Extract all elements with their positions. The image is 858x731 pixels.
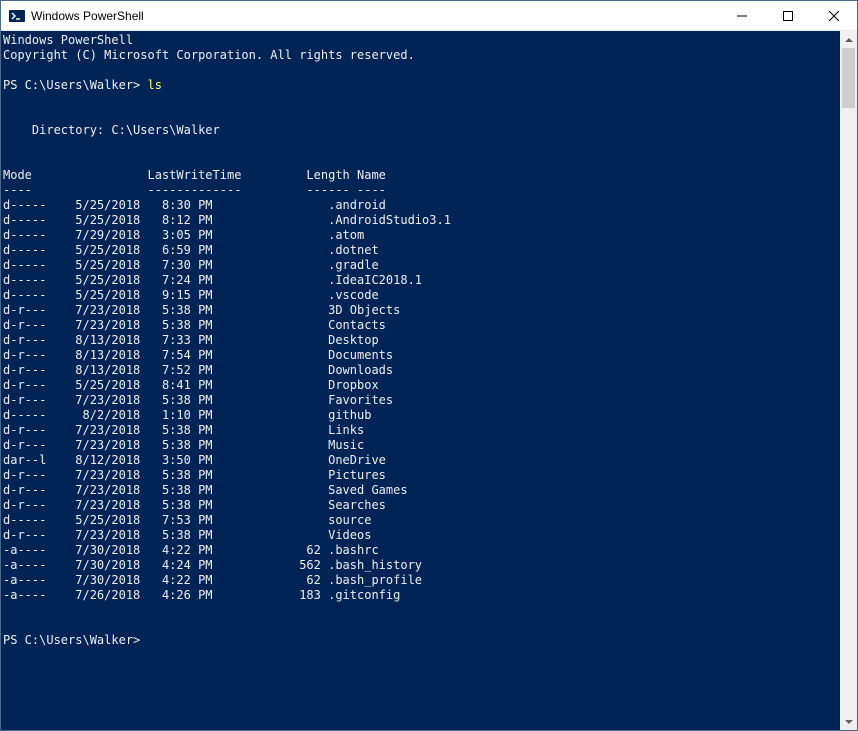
minimize-button[interactable] <box>719 1 765 30</box>
scroll-down-button[interactable] <box>840 713 857 730</box>
maximize-button[interactable] <box>765 1 811 30</box>
scroll-up-button[interactable] <box>840 31 857 48</box>
scroll-thumb[interactable] <box>842 48 855 108</box>
window-controls <box>719 1 857 30</box>
close-button[interactable] <box>811 1 857 30</box>
terminal-output[interactable]: Windows PowerShell Copyright (C) Microso… <box>1 31 840 730</box>
titlebar[interactable]: Windows PowerShell <box>1 1 857 31</box>
window-title: Windows PowerShell <box>31 9 719 23</box>
terminal-area: Windows PowerShell Copyright (C) Microso… <box>1 31 857 730</box>
powershell-window: Windows PowerShell Windows PowerShell Co… <box>0 0 858 731</box>
powershell-icon <box>9 8 25 24</box>
vertical-scrollbar[interactable] <box>840 31 857 730</box>
